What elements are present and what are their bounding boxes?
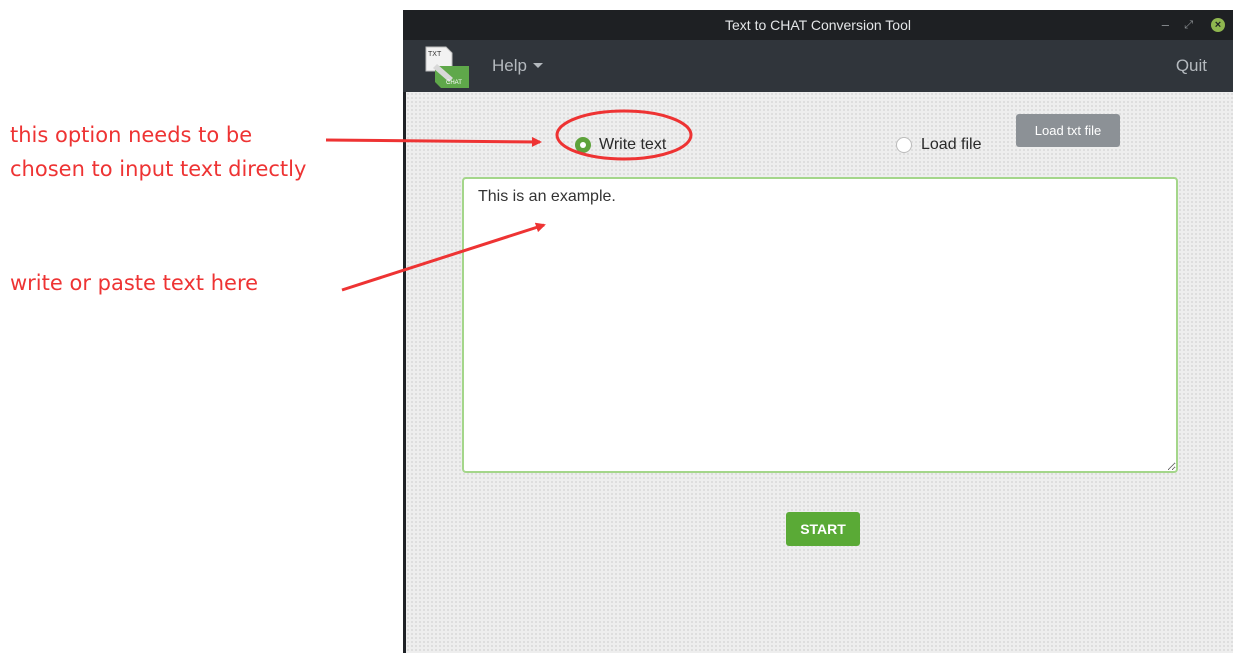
logo-txt-label: TXT xyxy=(428,51,442,58)
annotation-line: chosen to input text directly xyxy=(10,157,307,181)
window-titlebar: Text to CHAT Conversion Tool – ⤢ × xyxy=(403,10,1233,40)
annotation-option-note: this option needs to be chosen to input … xyxy=(10,118,306,186)
chevron-down-icon xyxy=(532,63,543,68)
annotation-line: this option needs to be xyxy=(10,123,253,147)
start-button[interactable]: START xyxy=(786,512,860,546)
load-file-radio[interactable] xyxy=(896,137,912,153)
main-content: Write text Load file Load txt file This … xyxy=(406,92,1233,653)
help-menu-label: Help xyxy=(492,56,527,75)
write-text-radio[interactable] xyxy=(575,137,591,153)
minimize-button[interactable]: – xyxy=(1162,10,1169,40)
quit-menu-item[interactable]: Quit xyxy=(1176,40,1207,92)
txt-to-chat-logo-icon: TXT CHAT xyxy=(425,46,469,88)
close-button[interactable]: × xyxy=(1211,18,1225,32)
text-input-area[interactable]: This is an example. xyxy=(462,177,1178,473)
window-title: Text to CHAT Conversion Tool xyxy=(725,17,911,33)
annotation-textarea-note: write or paste text here xyxy=(10,271,259,295)
menubar: TXT CHAT Help Quit xyxy=(403,40,1233,92)
load-txt-file-button[interactable]: Load txt file xyxy=(1016,114,1120,147)
write-text-label[interactable]: Write text xyxy=(599,135,666,155)
app-window: Text to CHAT Conversion Tool – ⤢ × TXT C… xyxy=(403,10,1233,653)
logo-chat-label: CHAT xyxy=(446,80,462,86)
load-file-label[interactable]: Load file xyxy=(921,135,982,155)
maximize-button[interactable]: ⤢ xyxy=(1184,10,1193,40)
help-menu[interactable]: Help xyxy=(492,40,543,92)
